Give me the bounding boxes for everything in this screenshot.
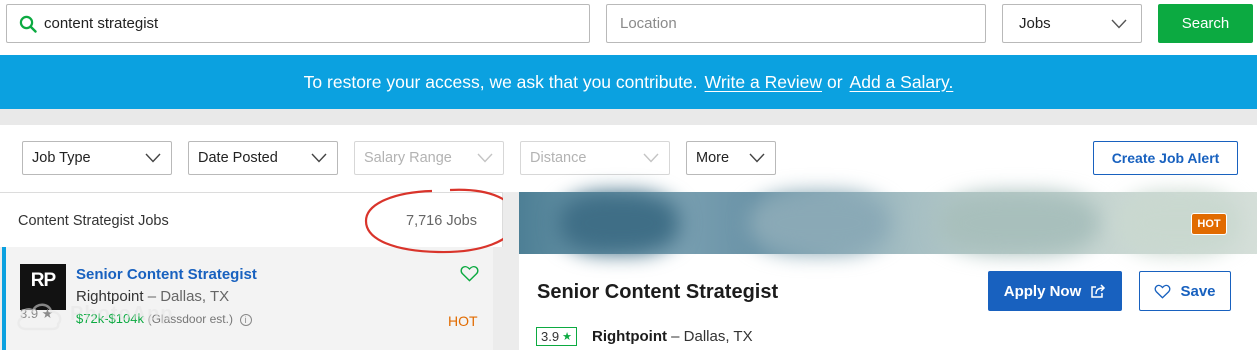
filter-label: Salary Range: [364, 150, 452, 166]
rating-value: 3.9: [541, 329, 560, 344]
external-link-icon: [1091, 284, 1106, 298]
search-button[interactable]: Search: [1158, 4, 1253, 43]
filter-more[interactable]: More: [686, 141, 776, 175]
chevron-down-icon: [145, 153, 161, 163]
chevron-down-icon: [311, 153, 327, 163]
search-type-value: Jobs: [1019, 15, 1051, 32]
detail-company: Rightpoint – Dallas, TX: [592, 328, 753, 345]
hot-label: HOT: [448, 313, 478, 329]
pane-divider: [503, 192, 519, 350]
keyword-search-input[interactable]: content strategist: [6, 4, 590, 43]
search-type-select[interactable]: Jobs: [1002, 4, 1142, 43]
job-detail-pane: HOT Senior Content Strategist Apply Now …: [519, 192, 1257, 350]
job-title-link[interactable]: Senior Content Strategist: [76, 266, 257, 283]
banner-or-text: or: [826, 71, 843, 92]
detail-location: – Dallas, TX: [671, 328, 753, 345]
heart-icon: [1154, 284, 1171, 299]
filter-salary-range: Salary Range: [354, 141, 504, 175]
job-list-title: Content Strategist Jobs: [18, 213, 169, 229]
chevron-down-icon: [477, 153, 493, 163]
job-detail-title: Senior Content Strategist: [537, 281, 779, 303]
filter-bar: Job Type Date Posted Salary Range Distan…: [0, 125, 1257, 192]
hot-badge: HOT: [1191, 213, 1227, 235]
annotation-circle: [364, 188, 518, 254]
create-job-alert-button[interactable]: Create Job Alert: [1093, 141, 1238, 175]
filter-date-posted[interactable]: Date Posted: [188, 141, 338, 175]
contribute-banner: To restore your access, we ask that you …: [0, 55, 1257, 109]
info-icon[interactable]: i: [239, 314, 252, 326]
watermark-text: PhotoApp: [70, 303, 174, 325]
cloud-icon: [17, 303, 62, 331]
location-input[interactable]: Location: [606, 4, 986, 43]
chevron-down-icon: [1111, 19, 1127, 29]
detail-company-name[interactable]: Rightpoint: [592, 328, 667, 345]
search-bar: content strategist Location Jobs Search: [0, 0, 1257, 54]
chevron-down-icon: [643, 153, 659, 163]
heart-icon[interactable]: [460, 265, 479, 282]
write-review-link[interactable]: Write a Review: [705, 72, 822, 93]
company-cover-image: HOT: [519, 192, 1257, 254]
star-icon: ★: [562, 331, 572, 343]
banner-text: To restore your access, we ask that you …: [303, 71, 698, 92]
filter-label: More: [696, 150, 730, 166]
keyword-value: content strategist: [44, 15, 159, 32]
watermark: PhotoApp: [14, 295, 224, 335]
filter-label: Distance: [530, 150, 587, 166]
add-salary-link[interactable]: Add a Salary.: [850, 72, 954, 93]
chevron-down-icon: [749, 153, 765, 163]
filter-label: Date Posted: [198, 150, 278, 166]
apply-now-label: Apply Now: [1003, 282, 1082, 300]
search-icon: [19, 15, 37, 33]
save-job-button[interactable]: Save: [1139, 271, 1231, 311]
save-label: Save: [1180, 282, 1216, 300]
section-divider: [0, 109, 1257, 125]
filter-distance: Distance: [520, 141, 670, 175]
filter-job-type[interactable]: Job Type: [22, 141, 172, 175]
rating-badge: 3.9 ★: [536, 327, 577, 346]
apply-now-button[interactable]: Apply Now: [988, 271, 1122, 311]
filter-label: Job Type: [32, 150, 91, 166]
